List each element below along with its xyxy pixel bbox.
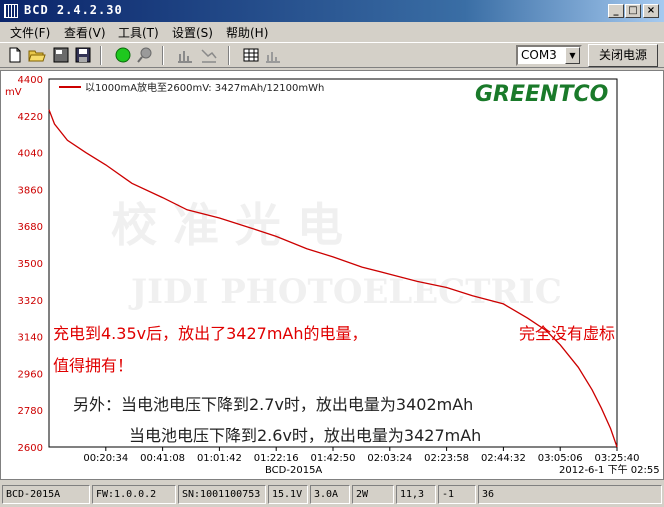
annotation-2-6v: 当电池电压下降到2.6v时，放出电量为3427mAh (129, 426, 481, 445)
annotation-worth: 值得拥有！ (53, 356, 133, 375)
status-position: 11,3 (396, 485, 436, 504)
table-icon[interactable] (242, 46, 260, 64)
toolbar: COM3 ▼ 关闭电源 (0, 42, 664, 68)
watermark-cn: 校 准 光 电 (111, 198, 343, 252)
x-tick-label: 00:41:08 (140, 453, 185, 464)
discharge-chart: 校 准 光 电 JIDI PHOTOELECTRIC 2600 2780 2960 3… (5, 75, 660, 476)
menu-file[interactable]: 文件(F) (10, 24, 50, 41)
status-count: 36 (478, 485, 662, 504)
chevron-down-icon[interactable]: ▼ (565, 47, 580, 64)
y-axis: 2600 2780 2960 3140 3320 3500 3680 3860 4040 4220… (18, 75, 43, 454)
annotation-2-7v: 另外：当电池电压下降到2.7v时，放出电量为3402mAh (73, 395, 473, 414)
x-tick-label: 03:05:06 (538, 453, 583, 464)
annotation-no-false-label: 完全没有虚标 (519, 324, 615, 343)
status-code: -1 (438, 485, 476, 504)
status-serial: SN:1001100753 (178, 485, 266, 504)
x-tick-label: 02:23:58 (424, 453, 469, 464)
status-voltage: 15.1V (268, 485, 308, 504)
x-tick-label: 02:44:32 (481, 453, 526, 464)
new-file-icon[interactable] (6, 46, 24, 64)
maximize-button[interactable]: □ (625, 4, 641, 18)
y-tick-label: 3500 (18, 259, 43, 270)
menu-settings[interactable]: 设置(S) (172, 24, 213, 41)
annotation-capacity: 充电到4.35v后，放出了3427mAh的电量， (53, 324, 368, 343)
x-tick-label: 01:42:50 (311, 453, 356, 464)
search-icon[interactable] (136, 46, 154, 64)
menu-bar: 文件(F) 查看(V) 工具(T) 设置(S) 帮助(H) (0, 22, 664, 42)
y-tick-label: 4040 (18, 149, 43, 160)
date-label: 2012-6-1 下午 02:55 (559, 463, 660, 476)
y-tick-label: 4400 (18, 75, 43, 86)
x-tick-label: 03:25:40 (595, 453, 640, 464)
minimize-button[interactable]: _ (608, 4, 624, 18)
y-tick-label: 3140 (18, 333, 43, 344)
com-port-value: COM3 (521, 48, 557, 62)
y-tick-label: 3320 (18, 296, 43, 307)
chart-bar-icon[interactable] (176, 46, 194, 64)
com-port-select[interactable]: COM3 ▼ (516, 45, 582, 66)
y-tick-label: 2780 (18, 406, 43, 417)
status-power: 2W (352, 485, 394, 504)
close-button[interactable]: × (643, 4, 659, 18)
status-current: 3.0A (310, 485, 350, 504)
status-device: BCD-2015A (2, 485, 90, 504)
toolbar-separator (162, 46, 164, 65)
greentco-logo: GREENTCO (475, 82, 608, 107)
window-title: BCD 2.4.2.30 (24, 3, 123, 17)
watermark-en: JIDI PHOTOELECTRIC (128, 272, 562, 312)
open-folder-icon[interactable] (28, 46, 46, 64)
x-axis: 00:20:34 00:41:08 01:01:42 01:22:16 01:42:50… (83, 447, 639, 464)
x-tick-label: 00:20:34 (83, 453, 128, 464)
chart-line-icon[interactable] (200, 46, 218, 64)
bar-graph-icon[interactable] (264, 46, 282, 64)
x-tick-label: 02:03:24 (367, 453, 412, 464)
menu-view[interactable]: 查看(V) (64, 24, 106, 41)
status-firmware: FW:1.0.0.2 (92, 485, 176, 504)
y-tick-label: 2600 (18, 443, 43, 454)
close-power-button[interactable]: 关闭电源 (588, 44, 658, 67)
app-icon (4, 4, 18, 18)
x-tick-label: 01:01:42 (197, 453, 242, 464)
status-bar: BCD-2015A FW:1.0.0.2 SN:1001100753 15.1V… (0, 484, 664, 505)
title-bar: BCD 2.4.2.30 _ □ × (0, 0, 664, 22)
save-icon[interactable] (74, 46, 92, 64)
y-tick-label: 4220 (18, 112, 43, 123)
y-unit-label: mV (5, 87, 22, 98)
export-icon[interactable] (52, 46, 70, 64)
toolbar-separator (228, 46, 230, 65)
x-axis-device-label: BCD-2015A (265, 465, 322, 476)
x-tick-label: 01:22:16 (254, 453, 299, 464)
start-icon[interactable] (114, 46, 132, 64)
legend-entry: 以1000mA放电至2600mV: 3427mAh/12100mWh (85, 81, 324, 94)
menu-help[interactable]: 帮助(H) (226, 24, 268, 41)
y-tick-label: 2960 (18, 369, 43, 380)
menu-tools[interactable]: 工具(T) (118, 24, 159, 41)
y-tick-label: 3680 (18, 222, 43, 233)
chart-panel: 校 准 光 电 JIDI PHOTOELECTRIC 2600 2780 2960 3… (0, 70, 664, 480)
y-tick-label: 3860 (18, 185, 43, 196)
toolbar-separator (100, 46, 102, 65)
plot-frame (48, 78, 618, 448)
